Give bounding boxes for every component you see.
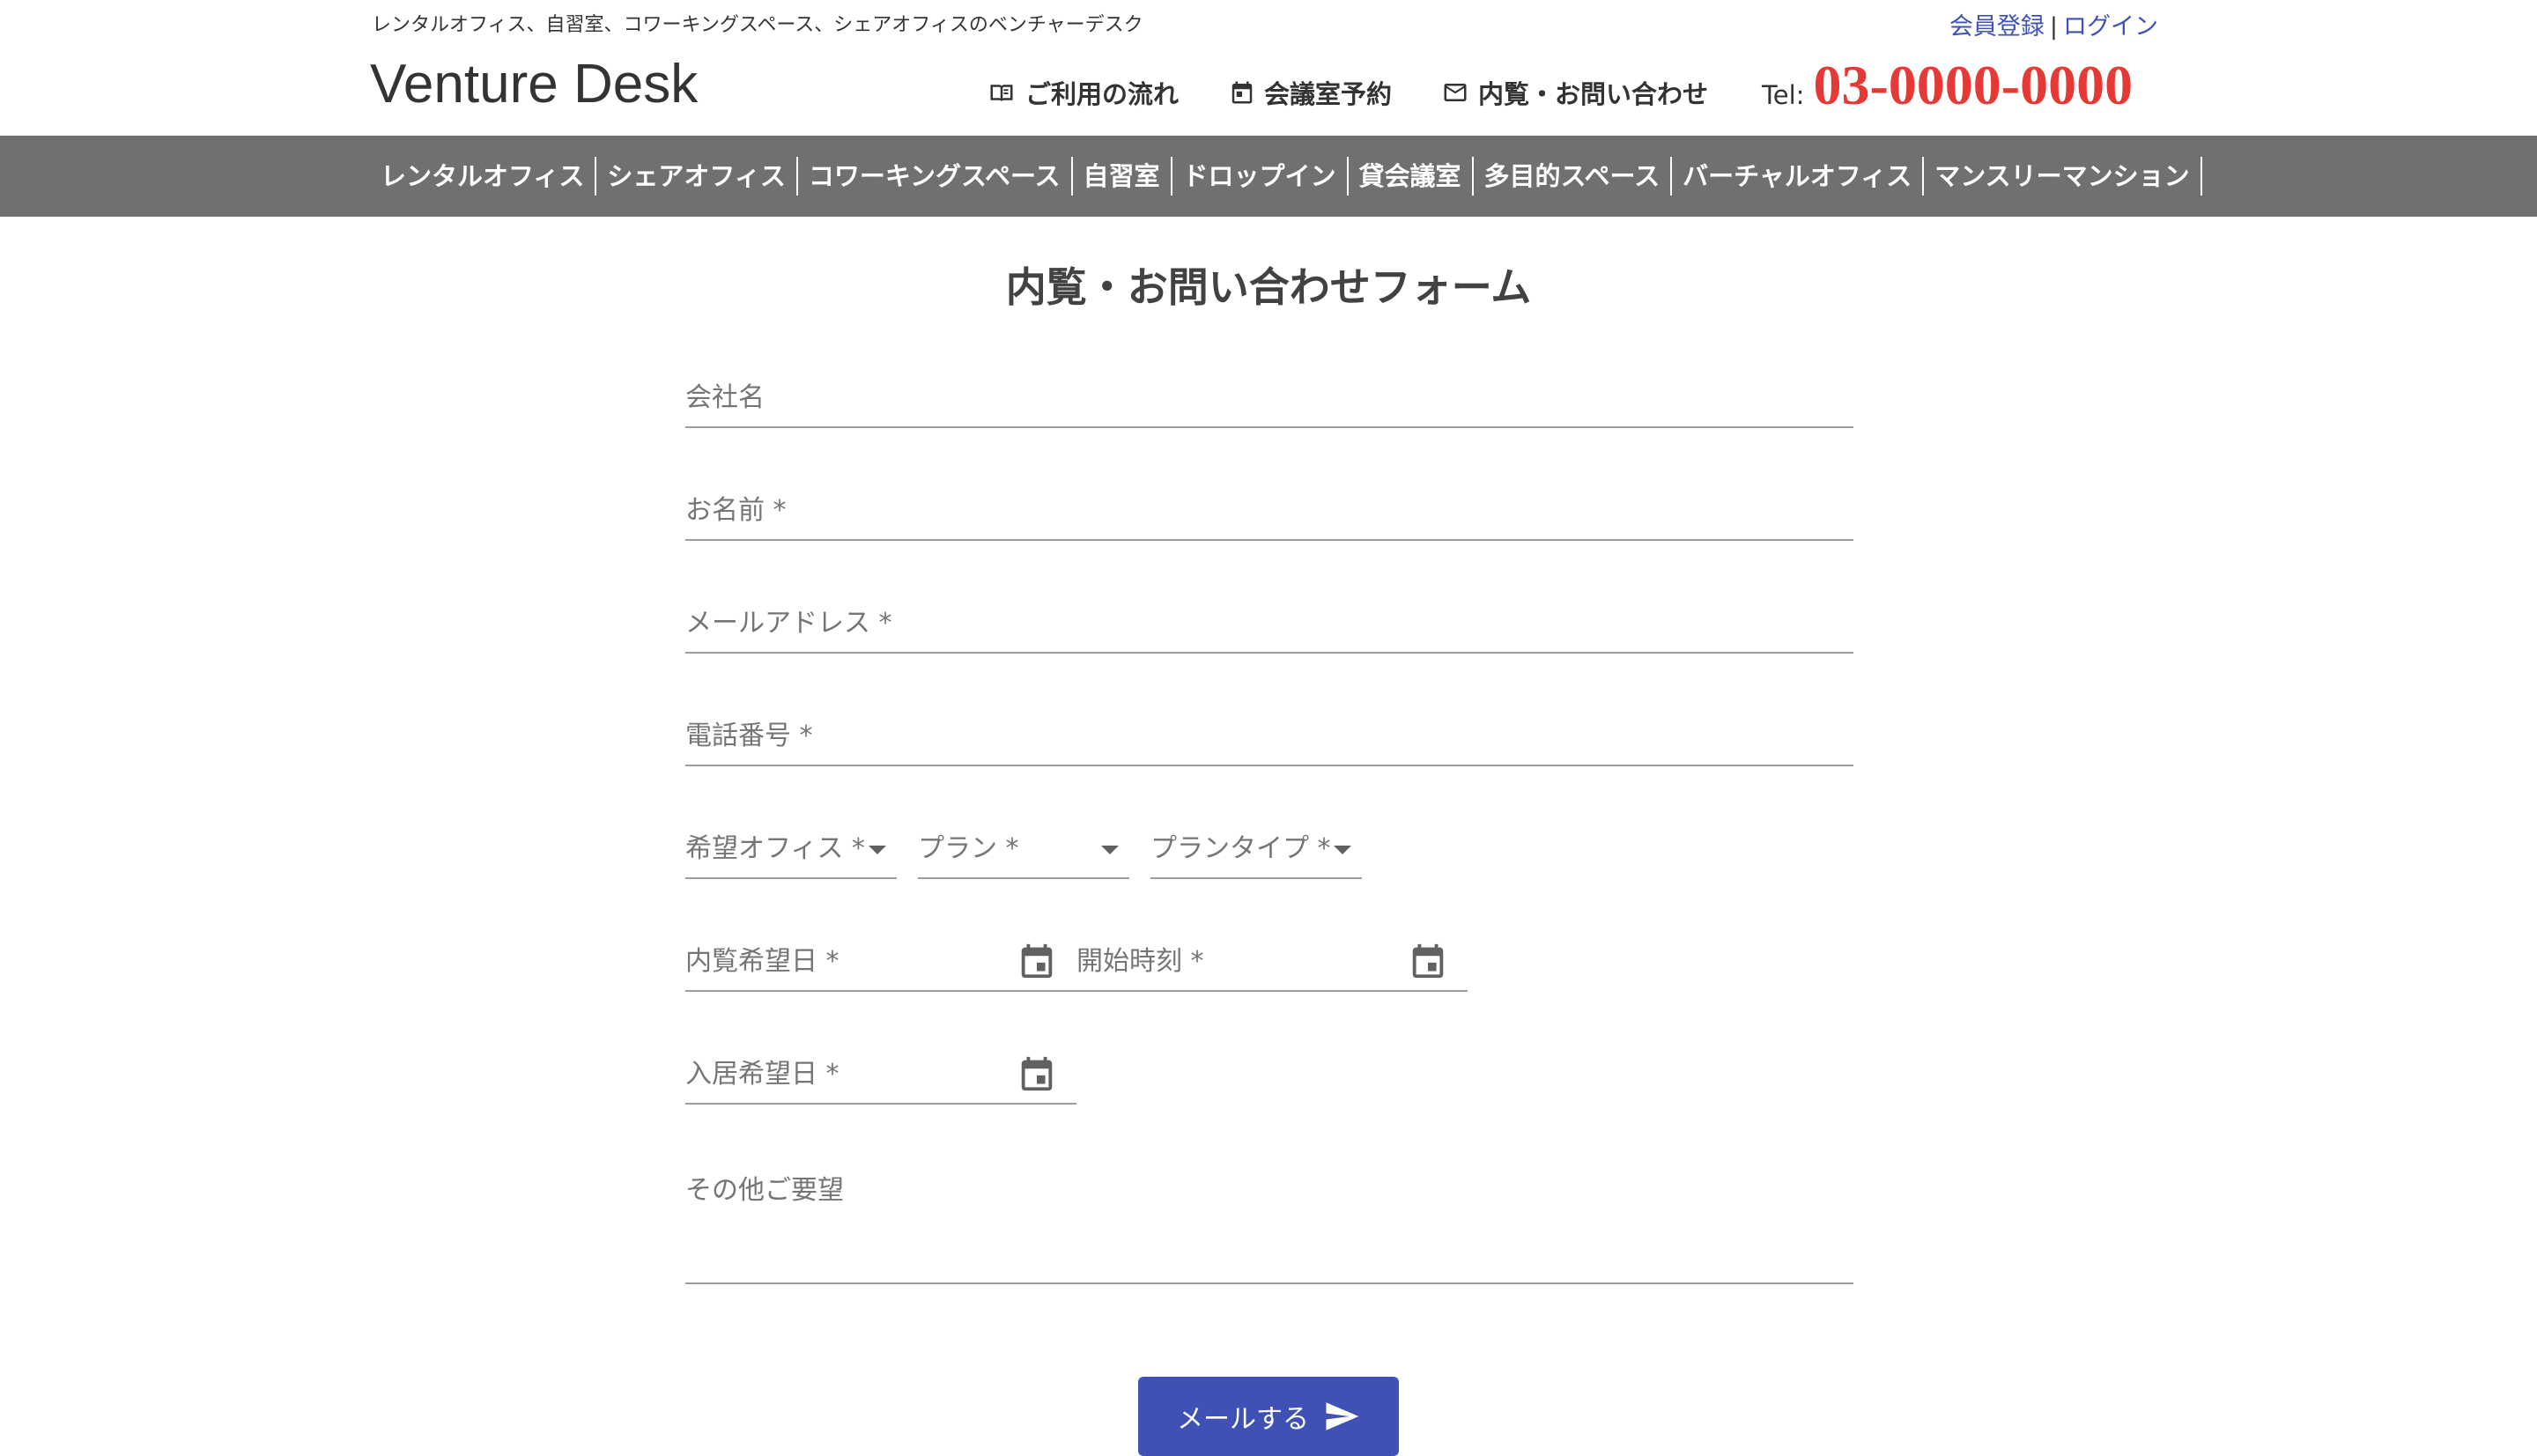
navbar-item-virtual-office[interactable]: バーチャルオフィス [1672, 157, 1925, 196]
navbar-item-rental-office[interactable]: レンタルオフィス [370, 157, 597, 196]
start-time-label: 開始時刻 * [1076, 946, 1204, 977]
move-in-date-label: 入居希望日 * [685, 1059, 840, 1090]
phone-field[interactable]: 電話番号 * [685, 699, 1853, 766]
start-time-field[interactable]: 開始時刻 * [1076, 925, 1468, 992]
login-link[interactable]: ログイン [2063, 13, 2158, 41]
auth-links: 会員登録 | ログイン [1949, 7, 2158, 41]
company-field[interactable]: 会社名 [685, 361, 1853, 428]
visit-date-label: 内覧希望日 * [685, 946, 840, 977]
chevron-down-icon [869, 846, 886, 854]
navbar-item-drop-in[interactable]: ドロップイン [1172, 157, 1349, 196]
phone-info: Tel: 03-0000-0000 [1762, 53, 2133, 118]
plan-type-label: プランタイプ * [1150, 833, 1331, 864]
plan-select[interactable]: プラン * [918, 812, 1129, 879]
office-label: 希望オフィス * [685, 833, 865, 864]
navbar-item-multipurpose[interactable]: 多目的スペース [1474, 157, 1673, 196]
navbar-item-monthly-mansion[interactable]: マンスリーマンション [1924, 157, 2202, 196]
calendar-icon[interactable] [1017, 941, 1057, 981]
navbar-item-study-room[interactable]: 自習室 [1073, 157, 1172, 196]
nav-contact-label: 内覧・お問い合わせ [1478, 79, 1709, 109]
site-tagline: レンタルオフィス、自習室、コワーキングスペース、シェアオフィスのベンチャーデスク [372, 14, 1143, 36]
move-in-date-field[interactable]: 入居希望日 * [685, 1038, 1076, 1105]
calendar-icon[interactable] [1017, 1053, 1057, 1094]
navbar-item-coworking[interactable]: コワーキングスペース [798, 157, 1073, 196]
auth-separator: | [2049, 13, 2058, 41]
site-logo[interactable]: Venture Desk [370, 53, 698, 115]
nav-flow-label: ご利用の流れ [1025, 79, 1180, 109]
company-label: 会社名 [685, 382, 765, 413]
navbar-item-meeting-room[interactable]: 貸会議室 [1349, 157, 1474, 196]
mail-icon [1444, 84, 1467, 101]
name-label: お名前 * [685, 495, 787, 526]
email-field[interactable]: メールアドレス * [685, 587, 1853, 654]
send-icon [1326, 1402, 1359, 1430]
nav-contact[interactable]: 内覧・お問い合わせ [1441, 74, 1708, 111]
register-link[interactable]: 会員登録 [1949, 13, 2045, 41]
tel-number[interactable]: 03-0000-0000 [1813, 53, 2133, 118]
plan-type-select[interactable]: プランタイプ * [1150, 812, 1362, 879]
nav-reserve-label: 会議室予約 [1264, 79, 1393, 109]
office-select[interactable]: 希望オフィス * [685, 812, 897, 879]
nav-reserve[interactable]: 会議室予約 [1229, 74, 1392, 111]
email-label: メールアドレス * [685, 608, 892, 639]
chevron-down-icon [1334, 846, 1351, 854]
form-title: 内覧・お問い合わせフォーム [1005, 263, 1532, 311]
visit-date-field[interactable]: 内覧希望日 * [685, 925, 1076, 992]
submit-button[interactable]: メールする [1138, 1377, 1399, 1456]
chevron-down-icon [1101, 846, 1119, 854]
name-field[interactable]: お名前 * [685, 474, 1853, 541]
category-navbar: レンタルオフィス シェアオフィス コワーキングスペース 自習室 ドロップイン 貸… [0, 136, 2537, 217]
submit-label: メールする [1177, 1404, 1309, 1435]
book-icon [990, 85, 1013, 101]
other-requests-label: その他ご要望 [685, 1175, 844, 1206]
navbar-item-share-office[interactable]: シェアオフィス [596, 157, 798, 196]
phone-label: 電話番号 * [685, 721, 813, 751]
other-requests-textarea[interactable]: その他ご要望 [685, 1150, 1853, 1284]
plan-label: プラン * [918, 833, 1019, 864]
nav-flow[interactable]: ご利用の流れ [987, 74, 1179, 111]
tel-label: Tel: [1762, 80, 1805, 110]
calendar-icon[interactable] [1408, 941, 1448, 981]
calendar-icon [1232, 81, 1253, 104]
